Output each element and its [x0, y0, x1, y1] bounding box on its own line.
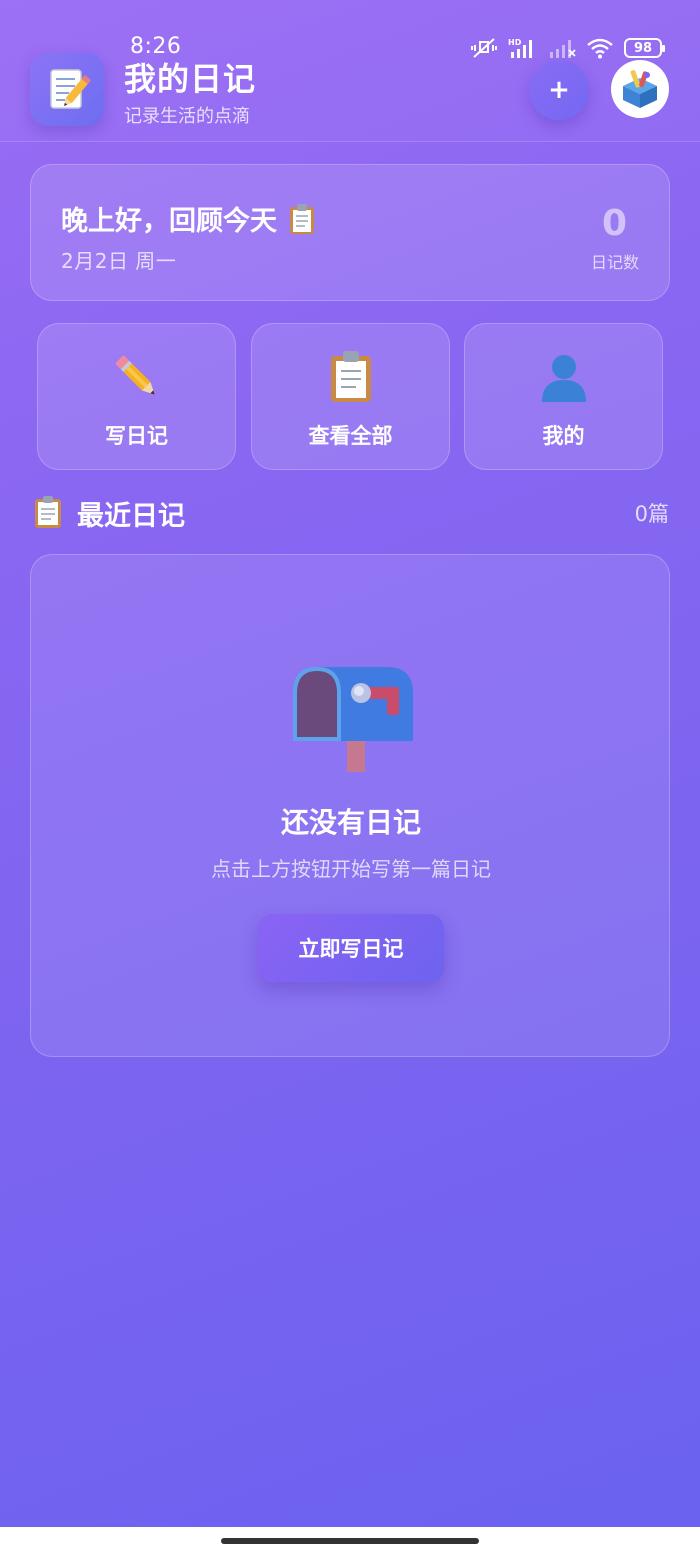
empty-state-title: 还没有日记	[280, 806, 421, 839]
greeting-card: 晚上好，回顾今天 2月2日 周一 0 日记数	[30, 164, 670, 301]
write-diary-label: 写日记	[105, 424, 168, 448]
clipboard-icon	[32, 495, 64, 533]
app-header: 我的日记 记录生活的点滴 +	[0, 0, 700, 142]
recent-section-title: 最近日记	[77, 501, 185, 532]
diary-count-value: 0	[601, 203, 627, 244]
signal-no-service-icon	[550, 40, 576, 58]
greeting-text: 晚上好，回顾今天	[61, 206, 277, 237]
date-text: 2月2日 周一	[61, 249, 177, 273]
toolbox-icon	[614, 63, 666, 115]
diary-count-label: 日记数	[590, 253, 639, 272]
clipboard-icon	[328, 350, 374, 404]
profile-label: 我的	[542, 424, 585, 448]
view-all-label: 查看全部	[308, 424, 393, 448]
memo-icon	[30, 52, 104, 126]
write-diary-button[interactable]: 写日记	[37, 323, 236, 470]
app-title: 我的日记	[124, 60, 257, 98]
status-icons: HD 98	[470, 36, 665, 60]
greeting-row: 晚上好，回顾今天	[61, 199, 317, 238]
user-silhouette-icon	[537, 350, 591, 404]
wifi-icon	[587, 38, 613, 59]
signal-hd-icon: HD	[508, 38, 532, 58]
mute-vibrate-icon	[471, 38, 497, 58]
recent-count: 0篇	[634, 502, 669, 526]
mailbox-icon	[287, 665, 415, 779]
app-subtitle: 记录生活的点滴	[124, 106, 250, 127]
clipboard-icon	[290, 203, 314, 234]
avatar[interactable]	[611, 60, 669, 118]
status-time: 8:26	[130, 34, 182, 59]
battery-icon: 98	[624, 38, 665, 58]
write-now-button[interactable]: 立即写日记	[258, 914, 444, 982]
view-all-button[interactable]: 查看全部	[251, 323, 450, 470]
add-diary-button[interactable]: +	[529, 60, 589, 120]
home-indicator[interactable]	[221, 1538, 479, 1544]
empty-state-subtitle: 点击上方按钮开始写第一篇日记	[211, 857, 491, 881]
profile-button[interactable]: 我的	[464, 323, 663, 470]
pencil-icon	[110, 350, 164, 404]
system-nav-bar	[0, 1527, 700, 1555]
empty-state-card: 还没有日记 点击上方按钮开始写第一篇日记 立即写日记	[30, 554, 670, 1057]
hd-label: HD	[508, 38, 522, 47]
